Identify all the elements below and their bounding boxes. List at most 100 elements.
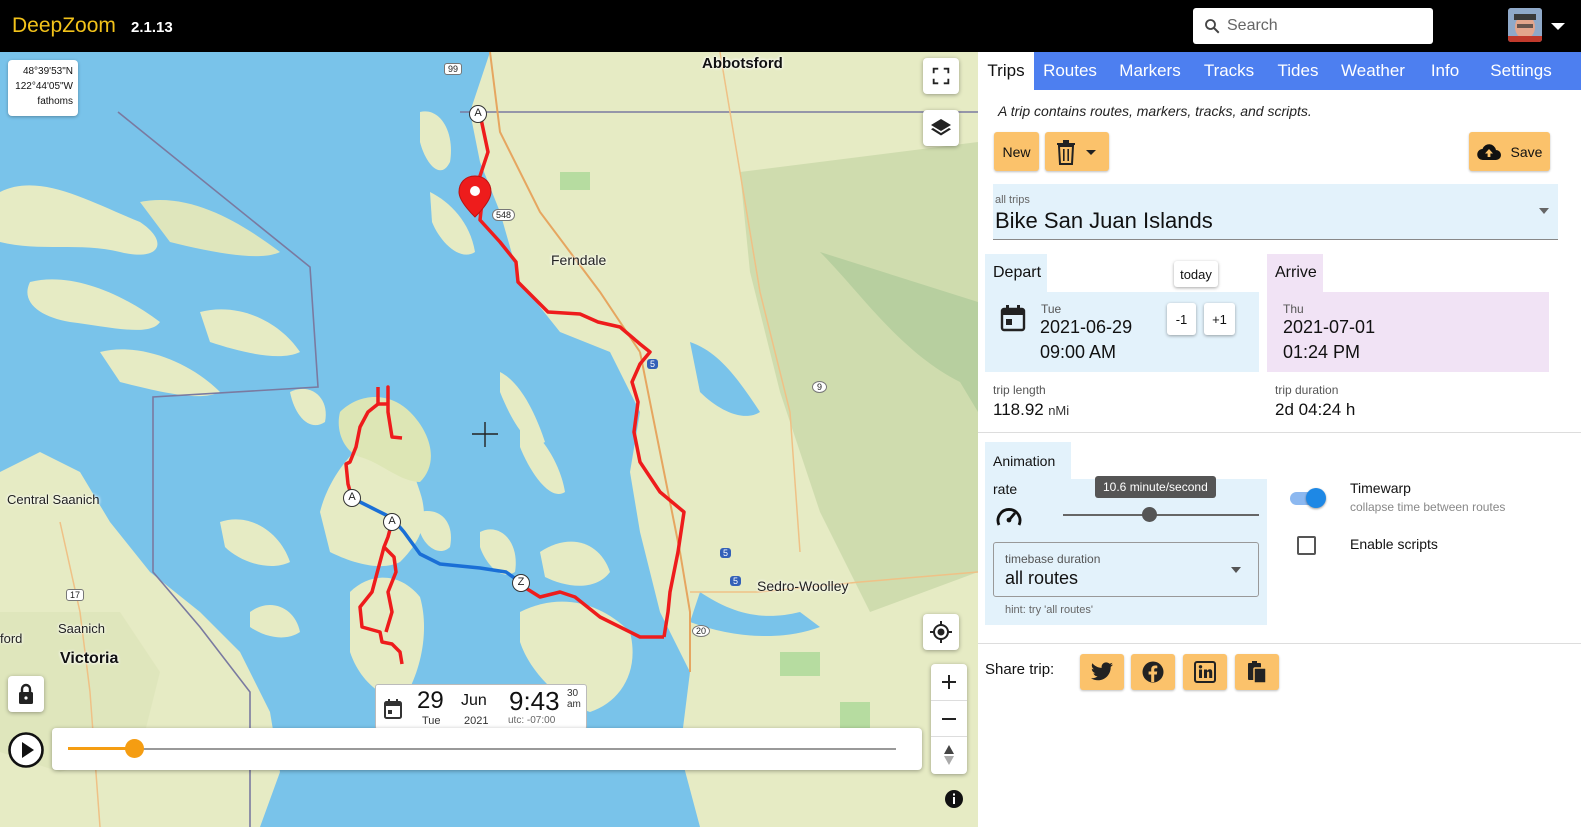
facebook-icon (1142, 661, 1164, 683)
trip-length-label: trip length (993, 383, 1046, 397)
place-label-saanich: Saanich (58, 621, 105, 636)
locate-button[interactable] (923, 614, 959, 650)
minus-icon (942, 717, 956, 720)
tab-info[interactable]: Info (1414, 52, 1476, 90)
timewarp-sublabel: collapse time between routes (1350, 500, 1506, 514)
avatar-photo (1508, 8, 1542, 42)
enable-scripts-checkbox[interactable] (1297, 536, 1316, 555)
tab-tides[interactable]: Tides (1264, 52, 1332, 90)
speedometer-icon (996, 508, 1022, 526)
compass-button[interactable] (931, 736, 967, 772)
delete-trip-button[interactable] (1045, 132, 1109, 171)
road-shield: 9 (812, 381, 828, 393)
timeline-bar (52, 728, 922, 770)
zoom-in-button[interactable] (931, 664, 967, 700)
share-facebook-button[interactable] (1131, 654, 1175, 690)
timebase-hint: hint: try 'all routes' (1005, 604, 1093, 616)
search-box[interactable] (1193, 8, 1433, 44)
zoom-controls (931, 664, 967, 774)
save-trip-button[interactable]: Save (1469, 132, 1550, 171)
timebase-value: all routes (1005, 568, 1079, 588)
avatar[interactable] (1508, 8, 1542, 42)
share-twitter-button[interactable] (1080, 654, 1124, 690)
trash-icon (1057, 139, 1075, 165)
depth-units: fathoms (37, 96, 73, 107)
share-label: Share trip: (985, 661, 1055, 678)
tab-markers[interactable]: Markers (1106, 52, 1194, 90)
calendar-icon[interactable] (1000, 304, 1026, 332)
new-trip-button[interactable]: New (994, 132, 1039, 171)
trip-length-value: 118.92 (993, 400, 1044, 419)
depart-title: Depart (985, 254, 1047, 292)
side-panel: Trips Routes Markers Tracks Tides Weathe… (978, 52, 1581, 827)
tab-settings[interactable]: Settings (1476, 52, 1566, 90)
depart-minus-day-button[interactable]: -1 (1167, 303, 1196, 335)
fullscreen-icon (932, 67, 950, 85)
search-input[interactable] (1227, 8, 1427, 44)
tab-tracks[interactable]: Tracks (1194, 52, 1264, 90)
divider (978, 643, 1581, 644)
share-linkedin-button[interactable] (1183, 654, 1227, 690)
depart-date[interactable]: 2021-06-29 (1040, 317, 1132, 338)
layers-button[interactable] (923, 110, 959, 146)
trip-select-label: all trips (995, 194, 1030, 206)
coordinate-readout: 48°39'53"N 122°44'05"W fathoms (8, 60, 78, 116)
enable-scripts-label: Enable scripts (1350, 536, 1438, 552)
app-version: 2.1.13 (131, 19, 173, 36)
app-root: DeepZoom 2.1.13 Search A A A Z 99 548 5 … (0, 0, 1581, 827)
map-view[interactable]: A A A Z 99 548 5 9 5 5 20 17 Abbotsford … (0, 52, 978, 827)
timeline-handle[interactable] (125, 739, 145, 758)
tab-weather[interactable]: Weather (1332, 52, 1414, 90)
calendar-icon (384, 699, 402, 719)
tab-routes[interactable]: Routes (1034, 52, 1106, 90)
save-label: Save (1510, 143, 1543, 160)
waypoint-a-west[interactable]: A (343, 489, 361, 507)
info-icon[interactable] (944, 789, 964, 809)
zoom-out-button[interactable] (931, 700, 967, 736)
rate-slider[interactable] (1063, 514, 1259, 516)
tab-bar: Trips Routes Markers Tracks Tides Weathe… (978, 52, 1581, 90)
place-label-sedro-woolley: Sedro-Woolley (757, 578, 849, 594)
share-copy-button[interactable] (1235, 654, 1279, 690)
timebase-select[interactable]: timebase duration all routes (993, 542, 1259, 597)
waypoint-a-center[interactable]: A (383, 513, 401, 531)
depart-time[interactable]: 09:00 AM (1040, 342, 1116, 363)
trip-select-value: Bike San Juan Islands (995, 208, 1213, 233)
fullscreen-button[interactable] (923, 58, 959, 94)
trip-length: 118.92 nMi (993, 400, 1069, 420)
tab-trips[interactable]: Trips (978, 52, 1034, 90)
arrive-date: 2021-07-01 (1283, 317, 1376, 337)
play-button[interactable] (8, 732, 44, 768)
app-title: DeepZoom (12, 14, 116, 37)
timewarp-toggle[interactable] (1290, 488, 1326, 508)
road-shield: 5 (720, 548, 732, 558)
layers-icon (931, 119, 951, 136)
lock-button[interactable] (8, 676, 44, 712)
timeline-track[interactable] (68, 748, 896, 750)
depart-today-button[interactable]: today (1174, 261, 1218, 287)
depart-plus-day-button[interactable]: +1 (1204, 303, 1235, 335)
depart-weekday: Tue (1041, 302, 1062, 316)
divider (978, 432, 1581, 433)
twitter-icon (1091, 662, 1113, 681)
top-bar: DeepZoom 2.1.13 (0, 0, 1581, 52)
copy-icon (1248, 661, 1267, 684)
chevron-down-icon (1086, 149, 1096, 155)
trip-duration-value: 2d 04:24 h (1275, 400, 1356, 419)
date-seconds: 30 (567, 688, 579, 699)
trip-select[interactable]: all trips Bike San Juan Islands (993, 184, 1558, 240)
place-label-abbotsford: Abbotsford (702, 55, 783, 72)
chevron-down-icon[interactable] (1548, 16, 1568, 36)
chevron-down-icon (1231, 567, 1241, 573)
search-icon (1205, 19, 1220, 34)
waypoint-z[interactable]: Z (512, 574, 530, 592)
road-shield: 5 (647, 359, 659, 369)
place-label-ferndale: Ferndale (551, 252, 607, 268)
animation-datetime[interactable]: 29 Tue Jun 2021 9:43 30 am utc: -07:00 (375, 684, 587, 730)
road-shield: 17 (66, 589, 85, 601)
latitude: 48°39'53"N (22, 66, 73, 77)
waypoint-a-north[interactable]: A (469, 105, 487, 123)
linkedin-icon (1194, 661, 1216, 683)
chevron-down-icon (1539, 208, 1549, 214)
road-shield: 20 (692, 625, 711, 637)
